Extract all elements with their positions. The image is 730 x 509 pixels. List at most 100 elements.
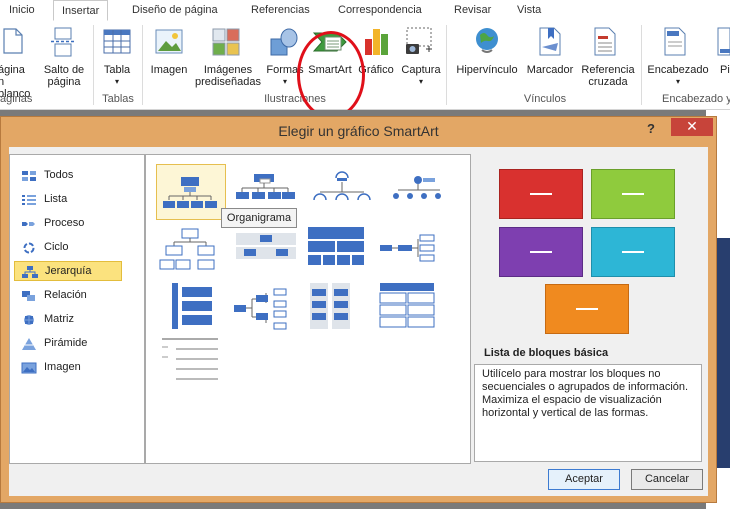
category-ciclo[interactable]: Ciclo xyxy=(14,238,122,258)
image-icon xyxy=(21,362,37,374)
chart-icon xyxy=(365,29,388,55)
list-icon xyxy=(22,195,36,205)
tab-vista[interactable]: Vista xyxy=(517,3,541,19)
picture-label: Imagen xyxy=(150,64,188,76)
page-break-icon xyxy=(51,27,75,57)
layout-circle-picture-hierarchy[interactable] xyxy=(384,164,454,220)
category-label: Ciclo xyxy=(44,241,69,253)
category-label: Pirámide xyxy=(44,337,88,349)
dialog-title: Elegir un gráfico SmartArt xyxy=(278,123,439,139)
footer-button[interactable]: Pi xyxy=(720,64,730,76)
category-label: Relación xyxy=(44,289,87,301)
category-todos[interactable]: Todos xyxy=(14,166,122,186)
header-icon xyxy=(664,27,686,56)
process-icon xyxy=(22,222,35,226)
ribbon-insertar: ágina n blanco Salto de página áginas Ta… xyxy=(0,21,730,119)
half-circle-org-icon xyxy=(313,171,371,201)
hyperlink-label: Hipervínculo xyxy=(456,64,518,76)
group-separator xyxy=(641,25,642,105)
horizontal-org-icon xyxy=(380,234,435,262)
header-dropdown-icon: ▾ xyxy=(675,77,680,86)
bookmark-label: Marcador xyxy=(526,64,574,76)
preview-block-red xyxy=(499,169,583,219)
group-separator xyxy=(93,25,94,105)
preview-title: Lista de bloques básica xyxy=(484,347,609,359)
layout-table-list[interactable] xyxy=(378,281,448,337)
category-jerarquia[interactable]: Jerarquía xyxy=(14,261,122,281)
tab-referencias[interactable]: Referencias xyxy=(251,3,310,19)
category-label: Lista xyxy=(44,193,68,205)
layout-horizontal-org[interactable] xyxy=(378,225,448,281)
table-label: Tabla xyxy=(103,64,131,76)
cross-reference-button[interactable]: Referencia cruzada xyxy=(576,64,640,88)
category-matriz[interactable]: Matriz xyxy=(14,310,122,330)
category-list: Todos Lista Proceso Ciclo Jerarquía Rela… xyxy=(9,154,145,464)
category-imagen[interactable]: Imagen xyxy=(14,358,122,378)
layout-horizontal-hierarchy[interactable] xyxy=(232,281,302,337)
layout-hierarchy-list[interactable] xyxy=(308,281,378,337)
cross-reference-icon xyxy=(594,27,616,56)
hyperlink-button[interactable]: Hipervínculo xyxy=(452,64,522,76)
layout-table-hierarchy[interactable] xyxy=(308,225,378,281)
clip-art-icon xyxy=(212,28,240,56)
category-label: Todos xyxy=(44,169,74,181)
help-button[interactable]: ? xyxy=(647,121,655,136)
layout-labeled-hierarchy[interactable] xyxy=(232,225,302,281)
picture-button[interactable]: Imagen xyxy=(146,64,192,76)
layout-half-circle-org[interactable] xyxy=(308,164,378,220)
layout-lined-list[interactable] xyxy=(156,335,226,391)
category-piramide[interactable]: Pirámide xyxy=(14,334,122,354)
preview-block-green xyxy=(591,169,675,219)
bookmark-icon xyxy=(539,27,561,56)
category-label: Imagen xyxy=(44,361,81,373)
ok-button[interactable]: Aceptar xyxy=(548,469,620,490)
screenshot-button[interactable]: Captura ▾ xyxy=(398,64,444,88)
page-break-label-1: Salto de xyxy=(43,64,85,76)
horizontal-hierarchy-icon xyxy=(234,288,287,330)
category-label: Matriz xyxy=(44,313,74,325)
close-button[interactable]: ✕ xyxy=(671,118,713,136)
layout-tooltip: Organigrama xyxy=(221,208,297,228)
cycle-icon xyxy=(23,242,35,254)
layout-hierarchy[interactable] xyxy=(156,225,226,281)
screenshot-label: Captura xyxy=(401,64,441,76)
layout-vertical-blocks[interactable] xyxy=(156,281,226,337)
tab-diseno-pagina[interactable]: Diseño de página xyxy=(132,3,218,19)
page-break-label-2: página xyxy=(47,76,81,88)
blank-page-label-1: ágina xyxy=(0,64,25,76)
clip-art-label-1: Imágenes xyxy=(203,64,253,76)
table-button[interactable]: Tabla ▾ xyxy=(98,64,136,88)
header-button[interactable]: Encabezado ▾ xyxy=(644,64,712,88)
category-proceso[interactable]: Proceso xyxy=(14,214,122,234)
group-separator xyxy=(142,25,143,105)
tab-inicio[interactable]: Inicio xyxy=(9,3,35,19)
tab-insertar[interactable]: Insertar xyxy=(53,0,109,21)
lined-list-icon xyxy=(162,338,218,380)
pyramid-icon xyxy=(22,338,36,350)
circle-hierarchy-icon xyxy=(393,176,441,199)
group-label-tablas: Tablas xyxy=(102,93,134,105)
shapes-icon xyxy=(270,28,298,56)
bookmark-button[interactable]: Marcador xyxy=(522,64,578,76)
cancel-button[interactable]: Cancelar xyxy=(631,469,703,490)
footer-icon xyxy=(717,27,730,56)
table-dropdown-icon: ▾ xyxy=(114,77,119,86)
layout-gallery xyxy=(145,154,471,464)
group-label-paginas: áginas xyxy=(0,93,33,105)
table-icon xyxy=(103,29,131,54)
clip-art-button[interactable]: Imágenes prediseñadas xyxy=(192,64,264,88)
tab-correspondencia[interactable]: Correspondencia xyxy=(338,3,422,19)
category-lista[interactable]: Lista xyxy=(14,190,122,210)
screenshot-icon xyxy=(406,27,432,54)
group-label-encabezado: Encabezado y xyxy=(662,93,730,105)
page-break-button[interactable]: Salto de página xyxy=(42,64,86,88)
layout-organigrama[interactable] xyxy=(156,164,226,220)
all-icon xyxy=(22,171,36,181)
category-relacion[interactable]: Relación xyxy=(14,286,122,306)
ribbon-tab-bar: Inicio Insertar Diseño de página Referen… xyxy=(0,0,730,22)
tab-revisar[interactable]: Revisar xyxy=(454,3,491,19)
preview-block-orange xyxy=(545,284,629,334)
picture-icon xyxy=(155,29,183,54)
footer-label: Pi xyxy=(720,64,730,76)
labeled-hierarchy-icon xyxy=(236,233,296,259)
